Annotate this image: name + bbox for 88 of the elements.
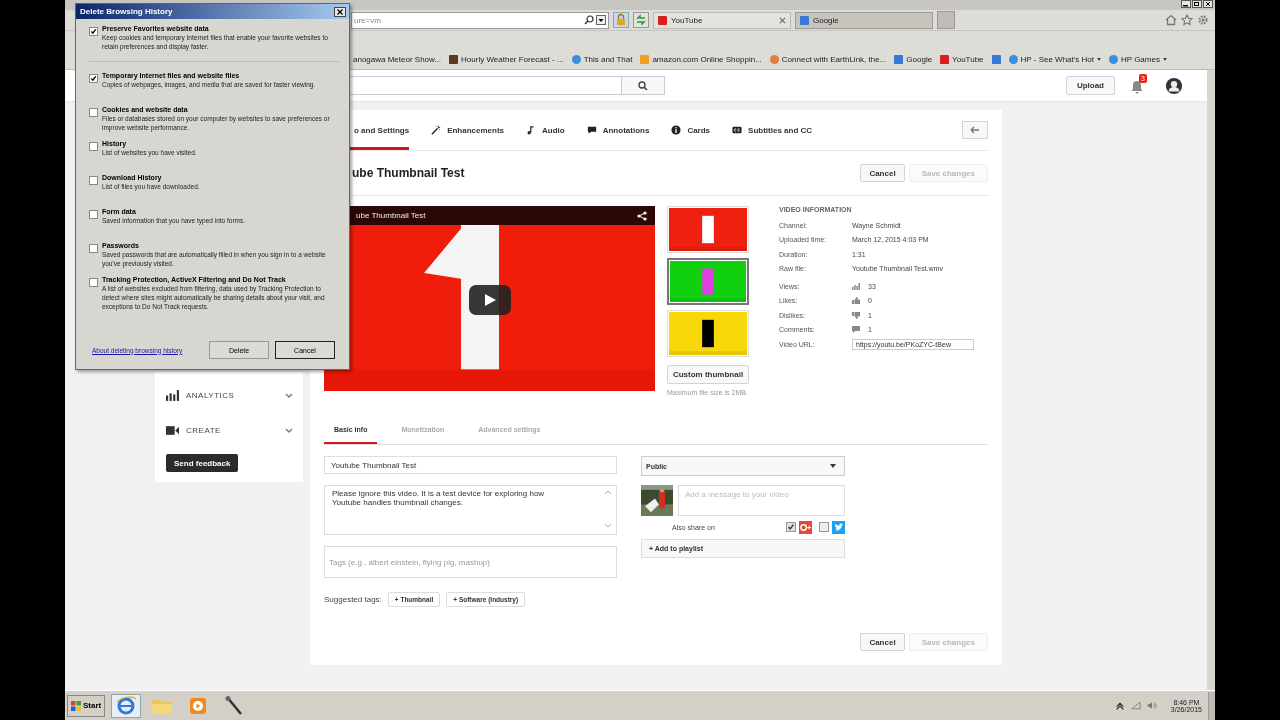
player-title: ube Thumbnail Test	[356, 211, 426, 220]
captions-icon	[732, 125, 743, 135]
settings-icon[interactable]	[1197, 14, 1209, 26]
checkbox[interactable]	[89, 210, 98, 219]
browser-tab[interactable]: Google	[795, 11, 933, 29]
send-feedback-button[interactable]: Send feedback	[166, 454, 239, 472]
description-field[interactable]: Please ignore this video. It is a test device for exploring how Youtube handles thumbnail changes.	[324, 485, 617, 535]
google-plus-icon	[799, 520, 812, 534]
upload-button[interactable]: Upload	[1065, 76, 1115, 95]
favorites-link[interactable]: HP - See What's Hot	[1008, 54, 1101, 64]
favorites-link[interactable]: amazon.com Online Shoppin...	[640, 54, 762, 64]
checkmark-icon	[787, 523, 795, 531]
editor-tab[interactable]: Audio	[526, 110, 565, 150]
dialog-title: Delete Browsing History	[80, 7, 173, 16]
favorites-link[interactable]: This and That	[571, 54, 633, 64]
wand-icon	[431, 125, 442, 135]
favorites-link[interactable]: YouTube	[940, 54, 984, 64]
checkbox[interactable]	[89, 27, 98, 36]
close-icon[interactable]	[334, 6, 346, 17]
search-button[interactable]	[621, 76, 665, 95]
action-button[interactable]: Cancel	[860, 633, 905, 651]
back-button[interactable]	[962, 121, 988, 139]
speech-bubble-icon	[586, 125, 597, 135]
close-icon[interactable]	[1203, 0, 1213, 8]
sidebar-item[interactable]: ANALYTICS	[166, 378, 293, 413]
lock-icon[interactable]	[613, 12, 629, 28]
site-icon	[658, 15, 667, 25]
info-icon	[671, 125, 682, 135]
custom-thumbnail-button[interactable]: Custom thumbnail	[667, 365, 749, 384]
browser-icon[interactable]	[111, 693, 142, 718]
favorites-link[interactable]: anogawa Meteor Show...	[353, 54, 442, 64]
tags-field[interactable]: Tags (e.g., albert einstein, flying pig, mashup)	[324, 546, 617, 578]
address-field[interactable]: ure=vm	[351, 11, 609, 29]
checkbox[interactable]	[89, 244, 98, 253]
arrow-icon	[970, 125, 980, 135]
twitter-icon	[832, 520, 845, 534]
favorites-link[interactable]	[991, 54, 1001, 64]
restore-icon[interactable]	[1192, 0, 1202, 8]
notifications-icon[interactable]	[1131, 79, 1143, 94]
editor-tab[interactable]: Annotations	[586, 110, 650, 150]
checkmark-icon	[90, 75, 97, 82]
bar-chart-icon	[166, 390, 179, 401]
avatar-icon[interactable]	[1165, 76, 1183, 95]
refresh-icon[interactable]	[633, 12, 649, 28]
network-icon[interactable]	[1130, 701, 1141, 710]
favorites-link[interactable]: Hourly Weather Forecast - ...	[449, 54, 564, 64]
suggested-tags-label: Suggested tags:	[324, 595, 382, 604]
bar-chart-icon	[852, 282, 860, 290]
windows-flag-icon	[71, 700, 81, 711]
checkbox[interactable]	[89, 108, 98, 117]
checkbox[interactable]	[89, 278, 98, 287]
checkbox[interactable]	[89, 176, 98, 185]
speaker-icon[interactable]	[1146, 701, 1157, 710]
title-field[interactable]: Youtube Thumbnail Test	[324, 456, 617, 474]
minimize-icon[interactable]	[1181, 0, 1191, 8]
chevron-icon[interactable]	[285, 393, 293, 398]
video-title: ube Thumbnail Test	[351, 166, 465, 180]
favorites-link[interactable]: Connect with EarthLink, the...	[769, 54, 887, 64]
checkmark-icon	[90, 28, 97, 35]
favorites-link[interactable]: HP Games	[1108, 54, 1167, 64]
editor-tab[interactable]: Cards	[671, 110, 711, 150]
comment-icon	[852, 326, 860, 334]
search-icon[interactable]	[584, 15, 594, 25]
star-icon[interactable]	[1181, 14, 1193, 26]
search-icon	[638, 80, 648, 91]
dropdown-icon[interactable]	[596, 15, 606, 25]
play-button[interactable]	[469, 285, 511, 315]
thumbs-up-icon	[852, 297, 860, 305]
scroll-arrows-icon[interactable]	[604, 489, 612, 529]
action-button[interactable]: Cancel	[860, 164, 905, 182]
share-checkbox[interactable]	[786, 522, 796, 532]
checkbox[interactable]	[89, 74, 98, 83]
music-note-icon	[526, 125, 537, 135]
chevron-icon[interactable]	[285, 428, 293, 433]
editor-tab[interactable]: Enhancements	[431, 110, 505, 150]
share-icon[interactable]	[637, 210, 647, 221]
editor-tab[interactable]: Subtitles and CC	[732, 110, 813, 150]
site-icon	[800, 15, 809, 25]
browser-tab[interactable]: YouTube	[653, 11, 791, 29]
home-icon[interactable]	[1165, 14, 1177, 26]
camera-icon	[166, 425, 179, 436]
start-button[interactable]: Start	[67, 694, 106, 717]
thumbs-down-icon	[852, 311, 860, 319]
checkbox[interactable]	[89, 142, 98, 151]
favorites-link[interactable]: Google	[894, 54, 933, 64]
sidebar-item[interactable]: CREATE	[166, 413, 293, 448]
show-hidden-icons[interactable]	[1114, 701, 1125, 710]
share-checkbox[interactable]	[819, 522, 829, 532]
